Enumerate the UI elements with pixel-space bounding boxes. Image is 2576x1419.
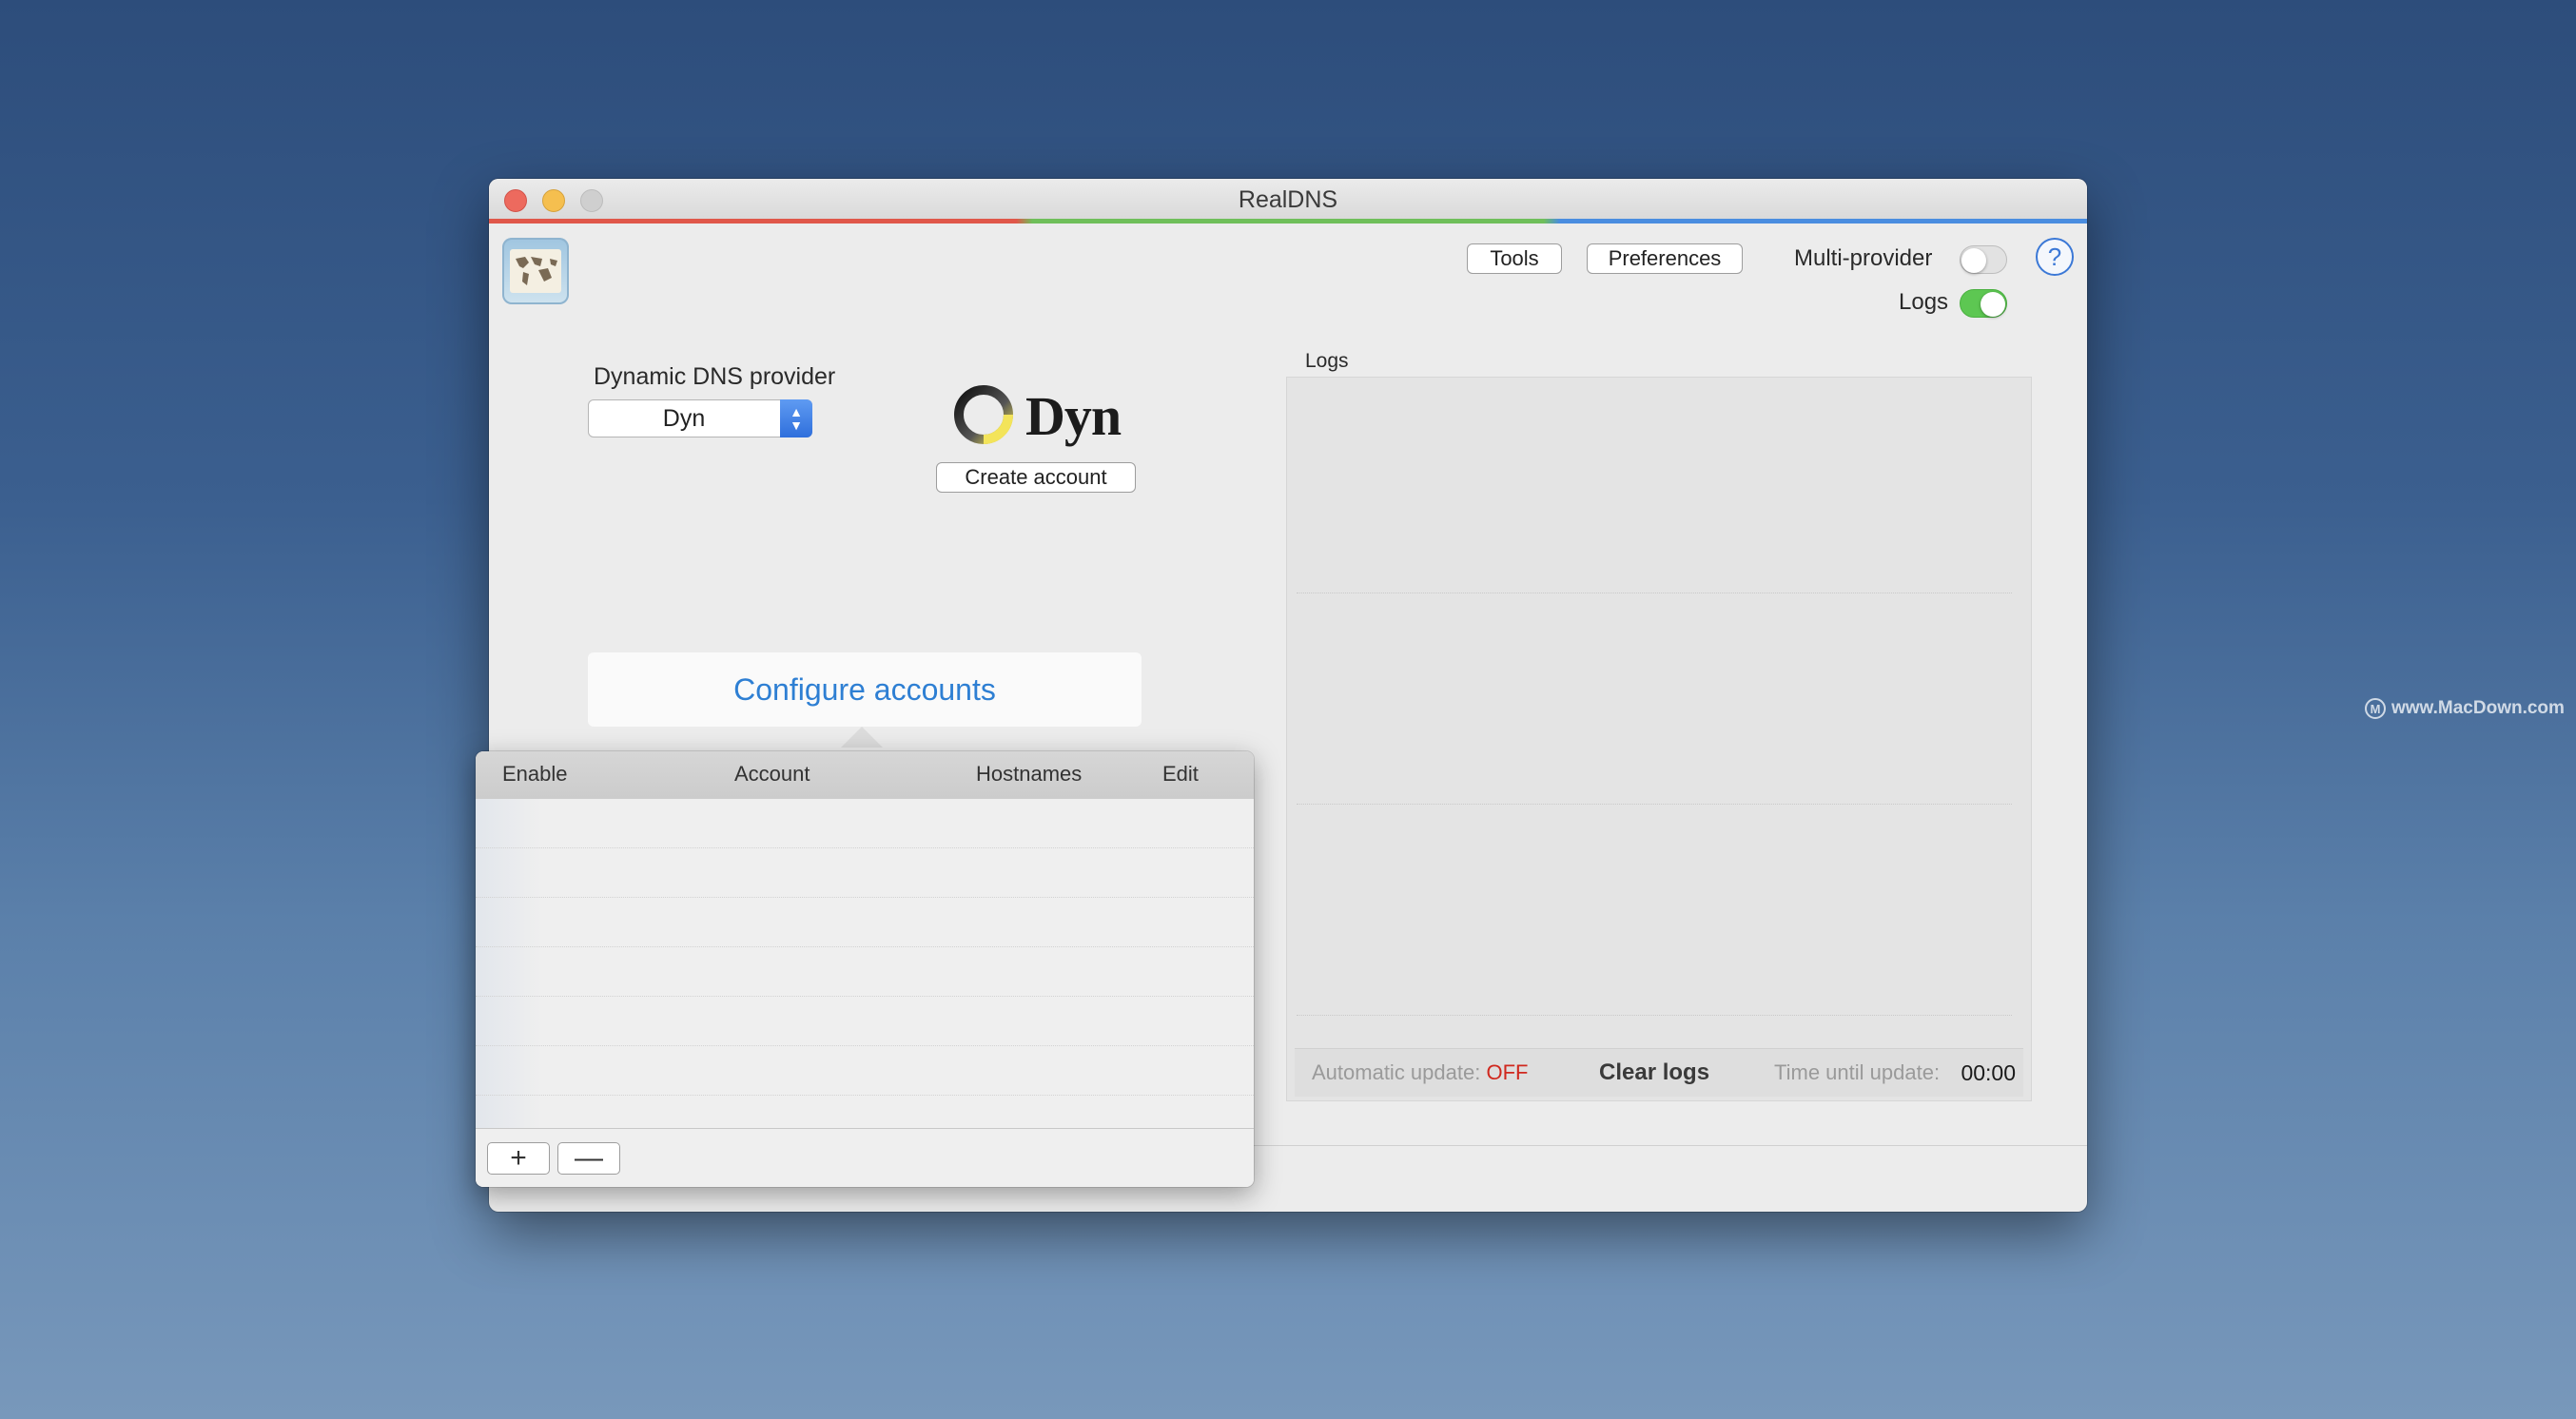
question-mark-icon: ? (2047, 242, 2062, 271)
toggle-knob (1981, 292, 2005, 317)
provider-select[interactable]: Dyn ▲ ▼ (588, 399, 812, 437)
logs-panel[interactable]: Automatic update: OFF Clear logs Time un… (1286, 377, 2032, 1101)
color-strip (489, 219, 2087, 224)
preferences-button[interactable]: Preferences (1587, 243, 1743, 274)
remove-account-button[interactable]: — (557, 1142, 620, 1175)
provider-heading: Dynamic DNS provider (594, 363, 836, 390)
table-row[interactable] (476, 1046, 1254, 1096)
auto-update-status: Automatic update: OFF (1312, 1060, 1528, 1085)
table-row[interactable] (476, 997, 1254, 1046)
logs-title: Logs (1305, 350, 1349, 372)
column-enable[interactable]: Enable (502, 762, 568, 787)
create-account-button[interactable]: Create account (936, 462, 1136, 493)
logs-toggle-label: Logs (1899, 289, 1949, 315)
auto-update-label: Automatic update: (1312, 1060, 1481, 1084)
table-row[interactable] (476, 898, 1254, 947)
time-until-update-value: 00:00 (1961, 1059, 2016, 1085)
logs-footer: Automatic update: OFF Clear logs Time un… (1295, 1048, 2023, 1097)
auto-update-value: OFF (1486, 1060, 1529, 1084)
dyn-logo-text: Dyn (1025, 385, 1122, 447)
macdown-logo-icon: M (2365, 698, 2386, 719)
time-until-update-label: Time until update: (1774, 1060, 1941, 1084)
help-button[interactable]: ? (2036, 238, 2074, 276)
world-map-icon (510, 249, 561, 293)
window-title: RealDNS (1238, 186, 1338, 213)
log-divider (1297, 1015, 2012, 1016)
logs-toggle[interactable] (1960, 289, 2007, 318)
column-edit[interactable]: Edit (1162, 762, 1199, 787)
accounts-table-footer: + — (476, 1128, 1254, 1187)
accounts-table-header: Enable Account Hostnames Edit (476, 751, 1254, 800)
add-account-button[interactable]: + (487, 1142, 550, 1175)
provider-select-value: Dyn (662, 405, 706, 432)
configure-accounts-button[interactable]: Configure accounts (588, 652, 1142, 727)
clear-logs-button[interactable]: Clear logs (1599, 1059, 1709, 1086)
accounts-popover: Enable Account Hostnames Edit + — (476, 751, 1254, 1187)
title-bar: RealDNS (489, 179, 2087, 221)
watermark: M www.MacDown.com (2365, 698, 2565, 719)
log-divider (1297, 804, 2012, 805)
column-hostnames[interactable]: Hostnames (976, 762, 1082, 787)
multi-provider-label: Multi-provider (1794, 245, 1933, 271)
popover-arrow (841, 727, 883, 748)
toggle-knob (1961, 248, 1986, 273)
table-row[interactable] (476, 799, 1254, 848)
table-row[interactable] (476, 1096, 1254, 1128)
tools-button[interactable]: Tools (1467, 243, 1562, 274)
select-arrows-icon: ▲ ▼ (780, 399, 812, 437)
multi-provider-toggle[interactable] (1960, 245, 2007, 274)
app-icon (502, 238, 569, 304)
watermark-text: www.MacDown.com (2391, 698, 2565, 718)
table-row[interactable] (476, 848, 1254, 898)
column-account[interactable]: Account (734, 762, 810, 787)
table-row[interactable] (476, 947, 1254, 997)
